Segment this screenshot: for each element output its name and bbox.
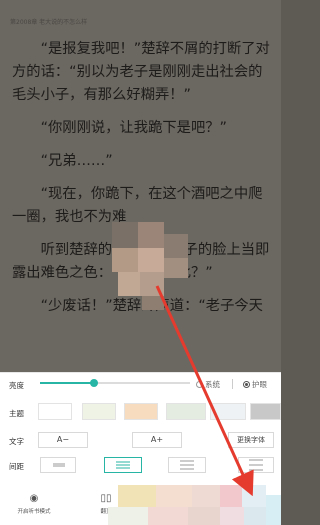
annotation-arrow [155, 285, 254, 497]
